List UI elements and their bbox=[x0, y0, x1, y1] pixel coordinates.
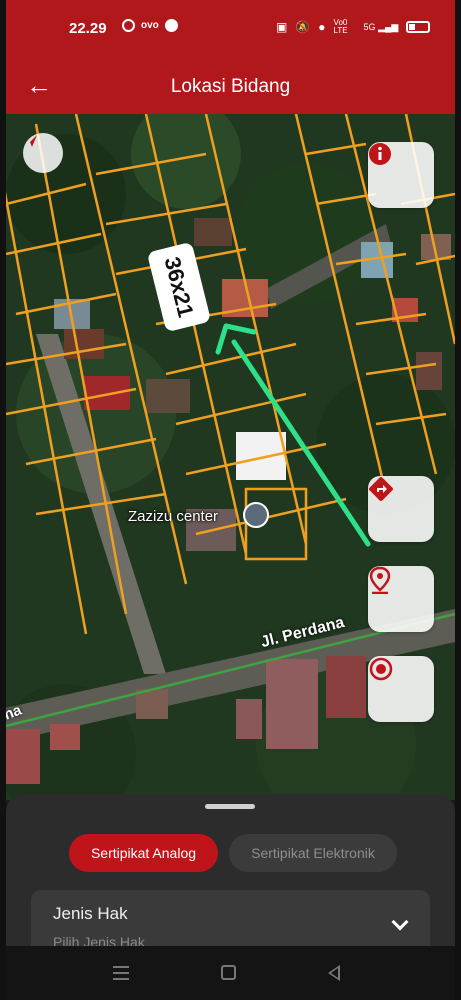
status-time: 22.29 bbox=[69, 20, 107, 37]
directions-button[interactable] bbox=[368, 476, 434, 542]
chevron-down-icon bbox=[391, 913, 409, 931]
page-title: Lokasi Bidang bbox=[170, 76, 291, 97]
back-icon[interactable] bbox=[328, 965, 340, 981]
compass-icon[interactable] bbox=[23, 133, 63, 173]
info-icon bbox=[369, 143, 391, 165]
bottom-sheet: Sertipikat Analog Sertipikat Elektronik … bbox=[6, 794, 455, 970]
volte-icon: Vo0 LTE bbox=[333, 18, 348, 35]
field-label: Jenis Hak bbox=[53, 904, 128, 923]
tab-sertipikat-elektronik[interactable]: Sertipikat Elektronik bbox=[229, 834, 397, 872]
school-icon[interactable] bbox=[243, 502, 269, 528]
sheet-drag-handle[interactable] bbox=[205, 804, 255, 809]
poi-label: Zazizu center bbox=[128, 508, 219, 525]
home-icon[interactable] bbox=[221, 965, 236, 980]
whatsapp-icon bbox=[122, 19, 135, 32]
system-nav-bar bbox=[6, 946, 455, 1000]
location-pin-button[interactable] bbox=[368, 566, 434, 632]
network-type: 5G bbox=[363, 21, 376, 32]
location-icon: ● bbox=[318, 20, 326, 34]
my-location-icon bbox=[369, 657, 393, 681]
tab-sertipikat-analog[interactable]: Sertipikat Analog bbox=[69, 834, 218, 872]
map-view[interactable]: 36x21 Zazizu center Jl. Perdana na bbox=[6, 114, 455, 800]
status-left-icons: ovo bbox=[122, 19, 178, 32]
signal-icon: 5G ▂▄▆ bbox=[363, 21, 399, 32]
location-pin-icon bbox=[369, 566, 391, 594]
app-bar: ← Lokasi Bidang bbox=[6, 60, 455, 114]
status-bar: 22.29 ovo ▣ 🔕 ● Vo0 LTE 5G ▂▄▆ bbox=[6, 0, 455, 60]
nfc-icon: ▣ bbox=[276, 20, 288, 34]
directions-icon bbox=[369, 477, 393, 501]
info-button[interactable] bbox=[368, 142, 434, 208]
mute-icon: 🔕 bbox=[295, 20, 311, 34]
ovo-icon: ovo bbox=[141, 20, 159, 31]
facebook-icon bbox=[164, 19, 178, 32]
battery-icon bbox=[406, 21, 431, 33]
recent-apps-icon[interactable] bbox=[113, 966, 129, 980]
app-frame: 22.29 ovo ▣ 🔕 ● Vo0 LTE 5G ▂▄▆ ← Lokasi … bbox=[6, 0, 455, 1000]
status-right-icons: ▣ 🔕 ● Vo0 LTE 5G ▂▄▆ bbox=[276, 18, 431, 35]
my-location-button[interactable] bbox=[368, 656, 434, 722]
